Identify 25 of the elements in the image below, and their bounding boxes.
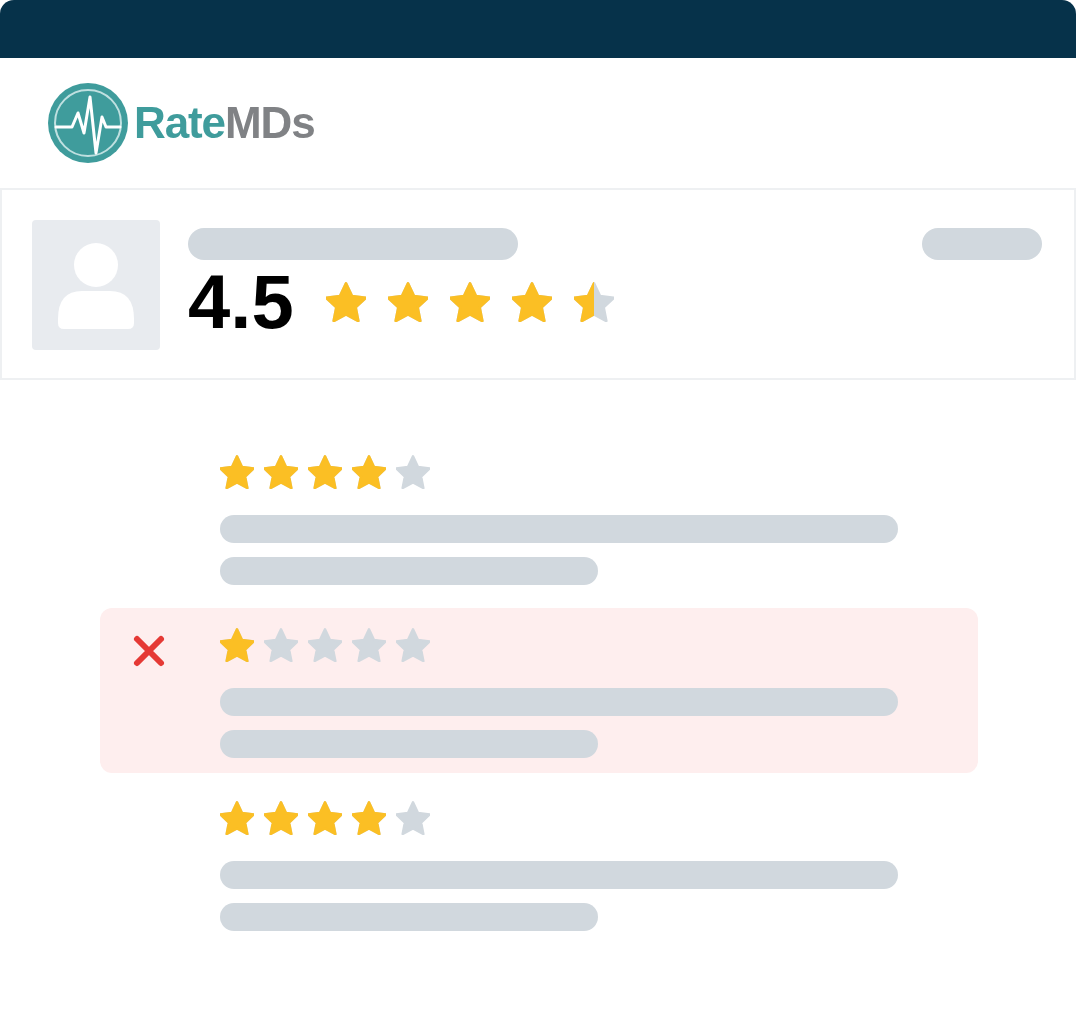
star-icon bbox=[325, 282, 366, 322]
star-icon bbox=[220, 455, 254, 489]
star-icon bbox=[308, 801, 342, 835]
rating-score: 4.5 bbox=[188, 264, 294, 340]
star-icon bbox=[264, 628, 298, 662]
star-icon bbox=[396, 628, 430, 662]
star-icon bbox=[396, 455, 430, 489]
logo-text: Rate bbox=[134, 101, 225, 145]
cross-icon bbox=[132, 634, 166, 668]
star-icon bbox=[511, 282, 552, 322]
logo-text: MDs bbox=[225, 101, 315, 145]
star-icon bbox=[396, 801, 430, 835]
star-icon bbox=[573, 282, 614, 322]
heartbeat-logo-icon bbox=[48, 83, 128, 163]
star-icon bbox=[220, 801, 254, 835]
star-icon bbox=[220, 628, 254, 662]
star-icon bbox=[449, 282, 490, 322]
star-icon bbox=[264, 801, 298, 835]
star-icon bbox=[308, 628, 342, 662]
star-icon bbox=[387, 282, 428, 322]
star-icon bbox=[352, 455, 386, 489]
star-icon bbox=[352, 801, 386, 835]
star-icon bbox=[264, 455, 298, 489]
star-icon bbox=[352, 628, 386, 662]
star-icon bbox=[308, 455, 342, 489]
